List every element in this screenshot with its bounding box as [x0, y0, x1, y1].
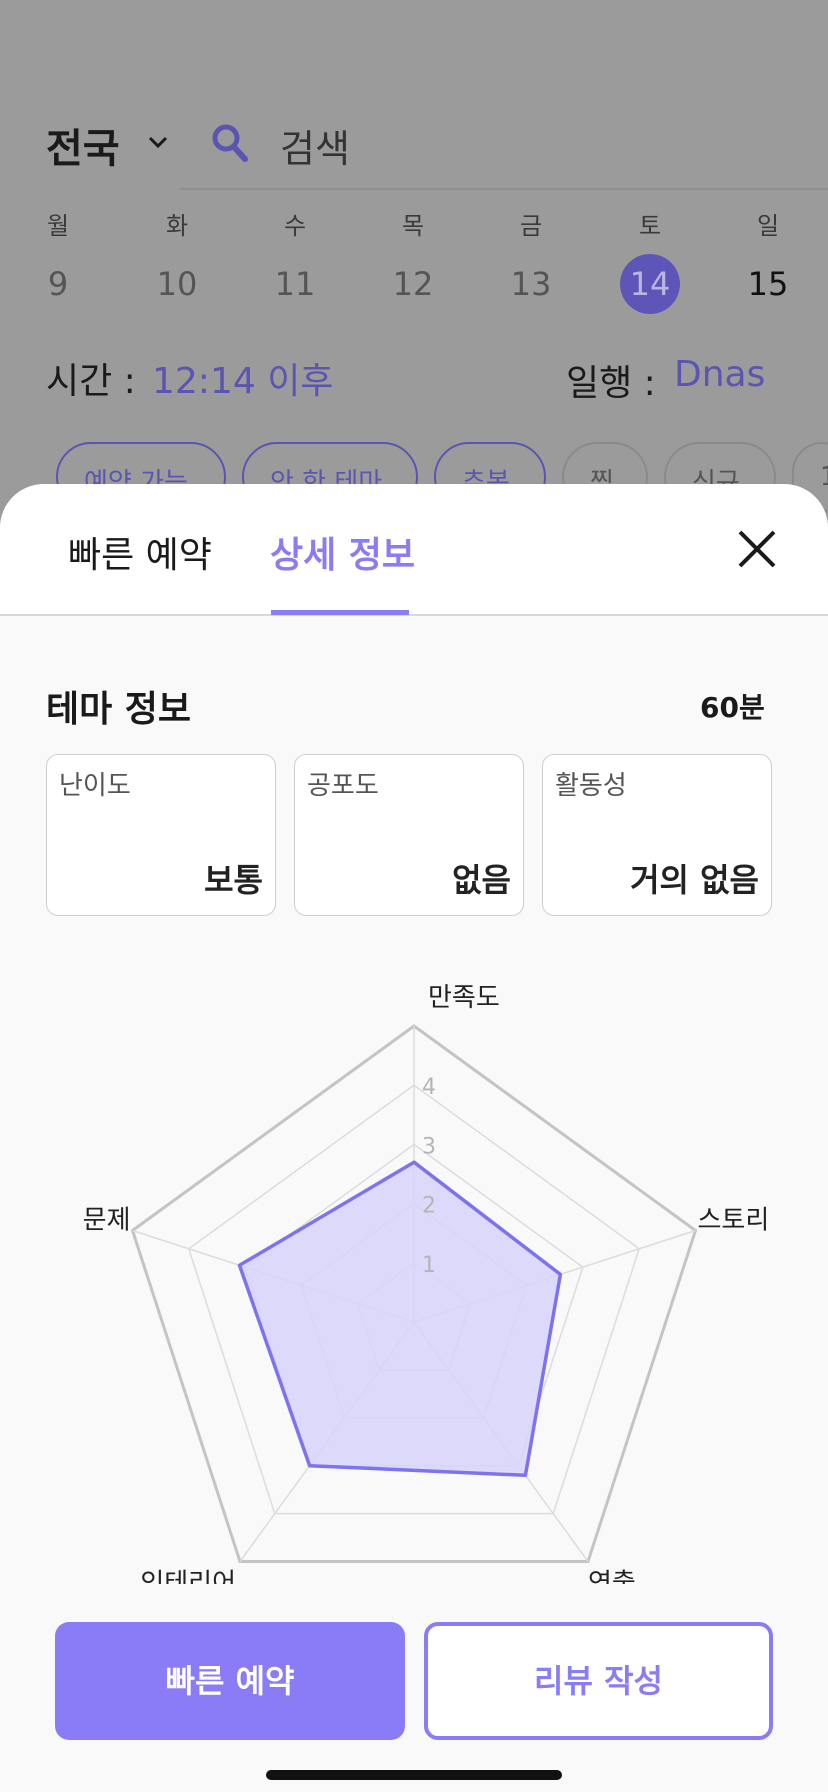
difficulty-value: 보통 — [204, 861, 263, 899]
activity-value: 거의 없음 — [630, 861, 759, 899]
difficulty-label: 난이도 — [59, 771, 131, 801]
write-review-button[interactable]: 리뷰 작성 — [424, 1622, 773, 1740]
calendar-day[interactable]: 일 15 — [728, 206, 808, 314]
date-number[interactable]: 11 — [265, 254, 325, 314]
date-number[interactable]: 14 — [620, 254, 680, 314]
fear-label: 공포도 — [307, 771, 379, 801]
weekday-label: 토 — [638, 212, 662, 240]
calendar-day[interactable]: 화 10 — [137, 206, 217, 314]
radar-axis-label: 스토리 — [698, 1206, 770, 1236]
date-number[interactable]: 13 — [501, 254, 561, 314]
time-label: 시간 : — [46, 361, 136, 402]
weekday-label: 수 — [283, 212, 307, 240]
radar-data-area — [237, 1160, 563, 1478]
radar-tick-label: 2 — [422, 1194, 436, 1219]
quick-book-button[interactable]: 빠른 예약 — [55, 1622, 405, 1740]
weekday-label: 화 — [165, 212, 189, 240]
radar-axis-label: 인테리어 — [140, 1569, 236, 1585]
bottom-sheet: 빠른 예약 상세 정보 테마 정보 60분 난이도 보통 공포도 없음 활동성 … — [0, 484, 828, 1792]
date-number[interactable]: 9 — [28, 254, 88, 314]
weekday-label: 일 — [756, 212, 780, 240]
fear-card: 공포도 없음 — [294, 754, 524, 916]
date-number[interactable]: 12 — [383, 254, 443, 314]
calendar-day[interactable]: 금 13 — [491, 206, 571, 314]
radar-tick-label: 4 — [422, 1075, 436, 1100]
weekday-label: 금 — [519, 212, 543, 240]
date-number[interactable]: 15 — [738, 254, 798, 314]
radar-axis-label: 연출 — [588, 1569, 636, 1585]
radar-tick-label: 1 — [422, 1253, 436, 1278]
active-tab-indicator — [271, 610, 409, 615]
section-title: 테마 정보 — [46, 689, 192, 730]
tab-quick-booking[interactable]: 빠른 예약 — [68, 526, 212, 578]
home-indicator — [266, 1770, 562, 1780]
region-selector[interactable]: 전국 — [46, 116, 120, 174]
background-page: 전국 검색 월 9 화 10 수 11 목 12 금 13 토 14 일 15 시간 : 12:14 이후… — [0, 0, 828, 520]
calendar-day[interactable]: 수 11 — [255, 206, 335, 314]
weekday-label: 월 — [46, 212, 70, 240]
calendar-day[interactable]: 월9 — [18, 206, 98, 314]
tab-detail-info[interactable]: 상세 정보 — [270, 526, 415, 578]
difficulty-card: 난이도 보통 — [46, 754, 276, 916]
close-icon[interactable] — [736, 528, 778, 570]
time-value[interactable]: 12:14 이후 — [152, 352, 333, 404]
search-icon[interactable] — [210, 122, 250, 164]
sheet-tab-bar: 빠른 예약 상세 정보 — [0, 484, 828, 616]
calendar-day[interactable]: 토 14 — [610, 206, 690, 314]
activity-card: 활동성 거의 없음 — [542, 754, 772, 916]
radar-tick-label: 3 — [422, 1134, 436, 1159]
search-underline — [180, 188, 828, 190]
fear-value: 없음 — [452, 861, 511, 899]
party-value[interactable]: Dnas — [674, 354, 765, 395]
duration-value: 60분 — [700, 691, 765, 724]
radar-axis-label: 문제 — [83, 1206, 131, 1236]
activity-label: 활동성 — [555, 771, 627, 801]
chevron-down-icon[interactable] — [146, 130, 170, 154]
rating-radar-chart: 1 2 3 4 만족도스토리연출 인테리어 문제 — [83, 983, 770, 1585]
date-number[interactable]: 10 — [147, 254, 207, 314]
party-label: 일행 : — [566, 363, 656, 404]
search-input[interactable]: 검색 — [280, 118, 350, 173]
calendar-day[interactable]: 목 12 — [373, 206, 453, 314]
weekday-label: 목 — [401, 212, 425, 240]
radar-axis-label: 만족도 — [428, 983, 500, 1013]
